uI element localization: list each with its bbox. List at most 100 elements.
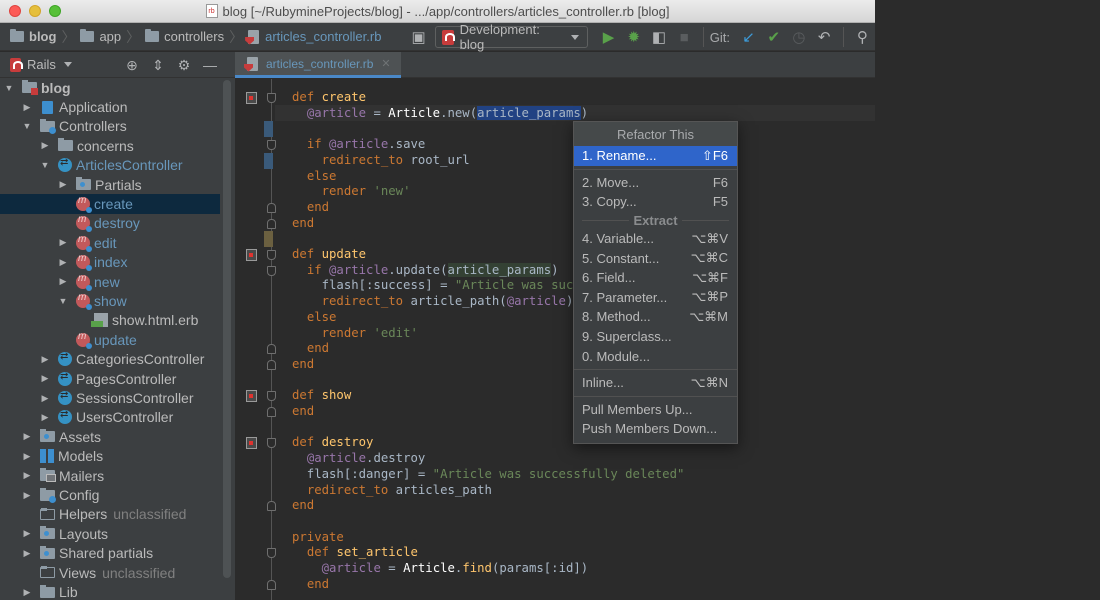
breadcrumb-file[interactable]: articles_controller.rb [248,29,381,44]
unfold-icon[interactable] [267,501,276,512]
refactor-menu-item[interactable]: 5. Constant... ⌥⌘C [574,248,737,268]
tree-item[interactable]: ▶ Assets [0,427,220,446]
unfold-icon[interactable] [267,344,276,355]
run-icon[interactable]: ▶ [599,27,618,47]
expand-right-icon[interactable]: ▶ [58,179,68,190]
fold-icon[interactable] [267,93,276,103]
git-history-icon[interactable]: ◷ [789,27,808,47]
vcs-change-marker[interactable] [264,152,273,169]
fold-icon[interactable] [267,140,276,151]
expand-right-icon[interactable]: ▶ [22,451,32,462]
unfold-icon[interactable] [267,202,276,213]
tree-item[interactable]: ▶ UsersController [0,408,220,427]
revert-icon[interactable]: ↶ [815,27,834,47]
unfold-icon[interactable] [267,218,276,229]
tab-articles-controller[interactable]: articles_controller.rb ✕ [235,52,401,78]
refactor-menu-item[interactable]: 7. Parameter... ⌥⌘P [574,288,737,308]
expand-right-icon[interactable]: ▶ [40,373,50,384]
refactor-menu-item[interactable]: 4. Variable... ⌥⌘V [574,229,737,249]
expand-right-icon[interactable]: ▶ [22,528,32,539]
expand-down-icon[interactable]: ▼ [58,296,68,306]
expand-right-icon[interactable]: ▶ [22,470,32,481]
expand-right-icon[interactable]: ▶ [40,412,50,423]
search-icon[interactable]: ⚲ [853,27,872,47]
refactor-menu-item[interactable]: Push Members Down... [574,419,737,439]
expand-right-icon[interactable]: ▶ [22,548,32,559]
expand-right-icon[interactable]: ▶ [58,276,68,287]
unfold-icon[interactable] [267,407,276,417]
tree-item[interactable]: ▶ Shared partials [0,544,220,563]
gear-icon[interactable]: ⚙ [176,57,192,74]
maximize-window-button[interactable] [49,5,61,17]
expand-right-icon[interactable]: ▶ [22,490,32,501]
refactor-menu-item[interactable]: 3. Copy... F5 [574,192,737,212]
tree-item[interactable]: ▶ Mailers [0,466,220,485]
tree-item[interactable]: ▼ ArticlesController [0,156,220,175]
expand-right-icon[interactable]: ▶ [22,431,32,442]
fold-icon[interactable] [267,265,276,276]
stop-icon[interactable]: ■ [675,27,694,47]
route-marker-icon[interactable] [246,437,257,450]
tree-item[interactable]: ▼ Controllers [0,117,220,136]
git-commit-icon[interactable]: ✔ [764,27,783,47]
close-window-button[interactable] [9,5,21,17]
expand-down-icon[interactable]: ▼ [4,83,14,93]
tree-item[interactable]: ▶show.html.erb [0,311,220,330]
tree-item[interactable]: ▶ Config [0,485,220,504]
route-marker-icon[interactable] [246,249,257,261]
tree-item[interactable]: ▶update [0,330,220,349]
tree-item[interactable]: ▶ CategoriesController [0,350,220,369]
breadcrumb-blog[interactable]: blog [10,29,56,44]
expand-down-icon[interactable]: ▼ [22,121,32,131]
tree-item[interactable]: ▶destroy [0,214,220,233]
expand-right-icon[interactable]: ▶ [22,587,32,598]
vcs-change-marker[interactable] [264,121,273,138]
run-configuration-dropdown[interactable]: Development: blog [435,22,588,52]
tree-item[interactable]: ▶ Models [0,447,220,466]
tree-item[interactable]: ▶ index [0,253,220,272]
tree-item[interactable]: ▶ PagesController [0,369,220,388]
refactor-menu-item[interactable]: 1. Rename... ⇧F6 [574,146,737,166]
tree-item[interactable]: ▶ Lib [0,582,220,600]
expand-right-icon[interactable]: ▶ [22,102,32,113]
expand-right-icon[interactable]: ▶ [58,257,68,268]
tree-item[interactable]: ▶create [0,194,220,214]
tree-item[interactable]: ▶Helpersunclassified [0,505,220,524]
fold-icon[interactable] [267,438,276,449]
close-icon[interactable]: ✕ [381,57,390,70]
fold-icon[interactable] [267,250,276,260]
git-update-icon[interactable]: ↙ [739,27,758,47]
tree-item[interactable]: ▶ concerns [0,136,220,155]
tree-item[interactable]: ▶ Partials [0,175,220,194]
breadcrumb-app[interactable]: app [80,29,121,44]
tree-scrollbar[interactable] [223,80,231,578]
project-view-dropdown[interactable]: Rails [10,57,72,72]
run-with-coverage-icon[interactable]: ◧ [649,27,668,47]
expand-right-icon[interactable]: ▶ [40,393,50,404]
tree-item[interactable]: ▶ Layouts [0,524,220,543]
fold-icon[interactable] [267,391,276,402]
vcs-change-marker[interactable] [264,231,273,248]
code-editor[interactable]: def create @article = Article.new(articl… [235,79,875,600]
tree-item[interactable]: ▶ Application [0,97,220,116]
minimize-window-button[interactable] [29,5,41,17]
refactor-menu-item[interactable]: Pull Members Up... [574,400,737,420]
expand-right-icon[interactable]: ▶ [58,237,68,248]
tree-item[interactable]: ▶ new [0,272,220,291]
refactor-menu-item[interactable]: 8. Method... ⌥⌘M [574,307,737,327]
expand-right-icon[interactable]: ▶ [40,140,50,151]
breadcrumb-controllers[interactable]: controllers [145,29,224,44]
refactor-menu-item[interactable]: 6. Field... ⌥⌘F [574,268,737,288]
tree-item[interactable]: ▶ SessionsController [0,388,220,407]
refactor-menu-item[interactable]: Inline... ⌥⌘N [574,373,737,393]
collapse-all-icon[interactable]: ⇕ [150,57,166,74]
route-marker-icon[interactable] [246,92,257,104]
route-marker-icon[interactable] [246,390,257,403]
locate-file-icon[interactable]: ⊕ [124,57,140,74]
tree-item[interactable]: ▶ edit [0,233,220,252]
refactor-menu-item[interactable]: 2. Move... F6 [574,173,737,193]
refactor-menu-item[interactable]: 0. Module... [574,346,737,366]
terminal-icon[interactable]: ▣ [409,27,428,47]
fold-icon[interactable] [267,548,276,559]
unfold-icon[interactable] [267,359,276,370]
